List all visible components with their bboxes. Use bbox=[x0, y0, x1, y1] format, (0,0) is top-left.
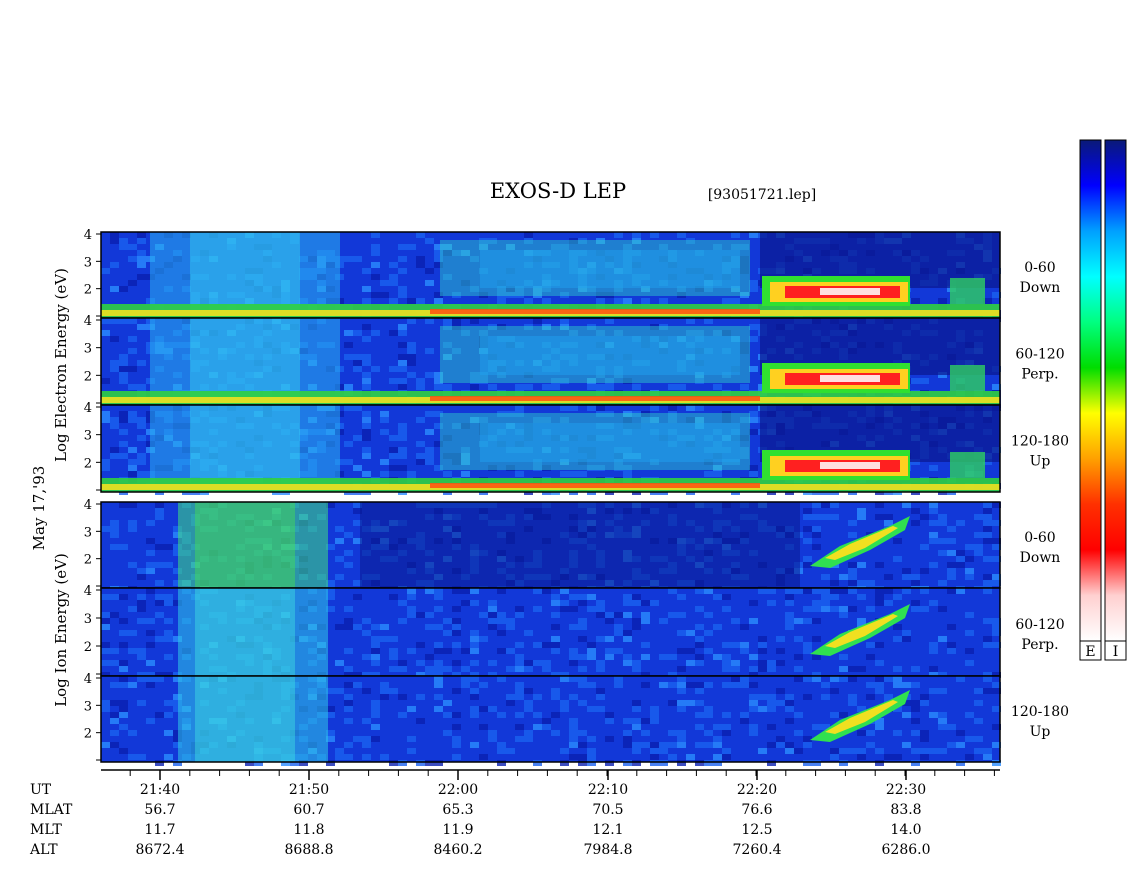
pitch-angle-label: 0-60 bbox=[1024, 530, 1055, 546]
y-tick-label: 3 bbox=[84, 612, 92, 627]
ion-energy-axis-title: Log Ion Energy (eV) bbox=[52, 553, 70, 707]
pitch-angle-label: 60-120 bbox=[1015, 617, 1064, 633]
ephemeris-value: 56.7 bbox=[144, 802, 175, 818]
time-axis bbox=[101, 769, 1000, 780]
ephemeris-table: UT 21:40 21:50 22:00 22:10 22:20 22:30 MLAT 56.7… bbox=[29, 782, 931, 858]
panel-1: 2 3 4 bbox=[84, 228, 1001, 322]
ephemeris-value: 76.6 bbox=[741, 802, 772, 818]
direction-label: Perp. bbox=[1021, 367, 1058, 383]
ephemeris-value: 21:40 bbox=[140, 782, 180, 798]
file-label: [93051721.lep] bbox=[708, 187, 816, 203]
panel-6: 2 3 4 bbox=[84, 672, 1001, 766]
ephemeris-row-label: UT bbox=[30, 782, 52, 798]
ephemeris-value: 83.8 bbox=[890, 802, 921, 818]
direction-label: Up bbox=[1030, 724, 1051, 740]
color-bar-i: I bbox=[1104, 139, 1127, 661]
ephemeris-value: 12.1 bbox=[592, 822, 623, 838]
y-tick-label: 3 bbox=[84, 429, 92, 444]
y-tick-label: 2 bbox=[84, 283, 92, 298]
color-bar-label: I bbox=[1113, 644, 1119, 660]
y-tick-label: 4 bbox=[84, 498, 92, 513]
ephemeris-value: 22:30 bbox=[886, 782, 926, 798]
y-tick-label: 4 bbox=[84, 314, 92, 329]
pitch-angle-label: 60-120 bbox=[1015, 347, 1064, 363]
pitch-angle-label: 0-60 bbox=[1024, 260, 1055, 276]
pitch-angle-label: 120-180 bbox=[1011, 434, 1069, 450]
ephemeris-value: 14.0 bbox=[890, 822, 921, 838]
date-label: May 17,'93 bbox=[30, 466, 48, 551]
y-tick-label: 2 bbox=[84, 640, 92, 655]
direction-label: Down bbox=[1020, 550, 1061, 566]
y-tick-label: 3 bbox=[84, 255, 92, 270]
ephemeris-row-label: ALT bbox=[29, 842, 58, 858]
spectrogram-figure: EXOS-D LEP [93051721.lep] Log Electron E… bbox=[29, 139, 1127, 858]
panel-4: 2 3 4 bbox=[84, 498, 1001, 592]
y-tick-label: 4 bbox=[84, 584, 92, 599]
ephemeris-value: 7260.4 bbox=[733, 842, 782, 858]
ephemeris-row-label: MLAT bbox=[30, 802, 73, 818]
chart-title: EXOS-D LEP bbox=[490, 179, 626, 203]
spectrogram-panels: 2 3 4 2 3 4 2 3 4 2 3 4 2 3 4 2 3 4 bbox=[84, 228, 1001, 766]
ephemeris-value: 65.3 bbox=[442, 802, 473, 818]
ephemeris-value: 11.8 bbox=[293, 822, 324, 838]
color-scale: EI bbox=[1079, 139, 1127, 661]
ephemeris-value: 22:20 bbox=[737, 782, 777, 798]
direction-label: Down bbox=[1020, 280, 1061, 296]
y-tick-label: 3 bbox=[84, 342, 92, 357]
pitch-angle-labels: 0-60 Down 60-120 Perp. 120-180 Up 0-60 Down 60-1… bbox=[1011, 260, 1069, 740]
y-tick-label: 2 bbox=[84, 553, 92, 568]
y-tick-label: 4 bbox=[84, 672, 92, 687]
ephemeris-row-label: MLT bbox=[30, 822, 62, 838]
ephemeris-value: 11.9 bbox=[442, 822, 473, 838]
y-tick-label: 4 bbox=[84, 401, 92, 416]
ephemeris-value: 7984.8 bbox=[584, 842, 633, 858]
color-bar-label: E bbox=[1085, 644, 1095, 660]
direction-label: Perp. bbox=[1021, 637, 1058, 653]
y-tick-label: 3 bbox=[84, 525, 92, 540]
ephemeris-value: 22:10 bbox=[588, 782, 628, 798]
ephemeris-value: 8672.4 bbox=[136, 842, 185, 858]
ephemeris-value: 8460.2 bbox=[434, 842, 483, 858]
ephemeris-value: 21:50 bbox=[289, 782, 329, 798]
y-tick-label: 2 bbox=[84, 727, 92, 742]
y-tick-label: 4 bbox=[84, 228, 92, 243]
ephemeris-value: 70.5 bbox=[592, 802, 623, 818]
panel-3: 2 3 4 bbox=[84, 401, 1001, 495]
y-tick-label: 3 bbox=[84, 699, 92, 714]
ephemeris-value: 8688.8 bbox=[285, 842, 334, 858]
y-tick-label: 2 bbox=[84, 456, 92, 471]
ephemeris-value: 22:00 bbox=[438, 782, 478, 798]
direction-label: Up bbox=[1030, 454, 1051, 470]
ephemeris-value: 11.7 bbox=[144, 822, 175, 838]
color-bar-e: E bbox=[1079, 139, 1102, 661]
pitch-angle-label: 120-180 bbox=[1011, 704, 1069, 720]
panel-5: 2 3 4 bbox=[84, 584, 1001, 678]
ephemeris-value: 12.5 bbox=[741, 822, 772, 838]
ephemeris-value: 6286.0 bbox=[882, 842, 931, 858]
y-tick-label: 2 bbox=[84, 369, 92, 384]
electron-energy-axis-title: Log Electron Energy (eV) bbox=[52, 268, 70, 462]
ephemeris-value: 60.7 bbox=[293, 802, 324, 818]
panel-2: 2 3 4 bbox=[84, 314, 1001, 408]
